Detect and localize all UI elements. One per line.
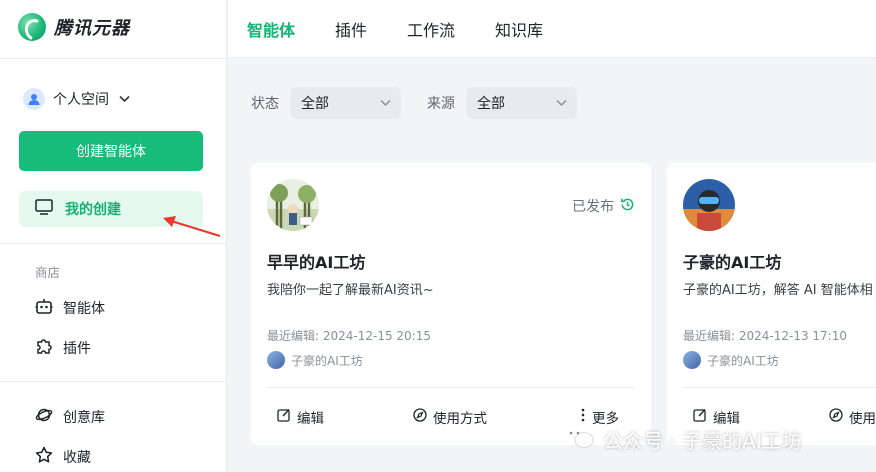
space-label: 个人空间 — [53, 92, 109, 108]
brand-logo-icon — [18, 13, 46, 41]
sidebar-item-agents[interactable]: 智能体 — [35, 297, 105, 319]
planet-icon — [35, 406, 53, 428]
chevron-down-icon — [380, 95, 391, 111]
wechat-icon — [563, 424, 595, 455]
agent-avatar — [267, 179, 319, 231]
sidebar-item-plugins[interactable]: 插件 — [35, 337, 91, 359]
agent-author: 子豪的AI工坊 — [683, 351, 779, 369]
sidebar-item-label: 我的创建 — [65, 202, 121, 218]
select-value: 全部 — [477, 96, 505, 112]
usage-button[interactable]: 使用 — [829, 407, 876, 427]
source-filter-select[interactable]: 全部 — [467, 87, 577, 119]
brand-name: 腾讯元器 — [54, 18, 130, 39]
tab-agents[interactable]: 智能体 — [247, 17, 295, 41]
select-value: 全部 — [301, 96, 329, 112]
author-name: 子豪的AI工坊 — [707, 353, 779, 368]
sidebar-item-label: 创意库 — [63, 410, 105, 426]
usage-button[interactable]: 使用方式 — [413, 407, 487, 427]
tab-workflow[interactable]: 工作流 — [407, 17, 455, 41]
agent-title: 子豪的AI工坊 — [683, 253, 782, 272]
agent-author: 子豪的AI工坊 — [267, 351, 363, 369]
author-name: 子豪的AI工坊 — [291, 353, 363, 368]
brand-logo[interactable]: 腾讯元器 — [18, 13, 130, 41]
filter-bar: 状态 全部 来源 全部 — [251, 87, 577, 119]
compass-icon — [829, 408, 843, 426]
chevron-down-icon — [119, 93, 130, 106]
monitor-icon — [35, 199, 53, 219]
sidebar-item-favorites[interactable]: 收藏 — [35, 446, 91, 468]
puzzle-icon — [35, 337, 53, 359]
divider — [0, 243, 227, 244]
edit-label: 编辑 — [297, 411, 324, 427]
annotation-arrow — [163, 216, 221, 238]
usage-label: 使用方式 — [433, 411, 487, 427]
author-avatar — [267, 351, 285, 369]
sidebar-item-label: 收藏 — [63, 450, 91, 466]
agent-title: 早早的AI工坊 — [267, 253, 366, 272]
last-edited: 最近编辑: 2024-12-13 17:10 — [683, 329, 847, 343]
star-icon — [35, 446, 53, 468]
divider — [683, 387, 876, 388]
store-section-label: 商店 — [35, 265, 61, 280]
agent-description: 子豪的AI工坊，解答 AI 智能体相 — [683, 283, 873, 298]
status-label: 已发布 — [572, 199, 614, 215]
divider — [267, 387, 635, 388]
watermark: 公众号 · 子豪的AI工坊 — [563, 424, 802, 455]
tab-knowledge-base[interactable]: 知识库 — [495, 17, 543, 41]
watermark-text: 公众号 · 子豪的AI工坊 — [603, 429, 802, 453]
sidebar-item-inspiration[interactable]: 创意库 — [35, 406, 105, 428]
agent-description: 我陪你一起了解最新AI资讯~ — [267, 283, 434, 298]
chevron-down-icon — [556, 95, 567, 111]
history-icon[interactable] — [620, 197, 635, 216]
robot-icon — [35, 297, 53, 319]
usage-label: 使用 — [849, 411, 876, 427]
author-avatar — [683, 351, 701, 369]
top-tabs: 智能体 插件 工作流 知识库 — [228, 0, 876, 58]
agent-card[interactable]: 已发布 早早的AI工坊 我陪你一起了解最新AI资讯~ 最近编辑: 2024-12… — [251, 163, 651, 445]
space-switcher[interactable]: 个人空间 — [23, 88, 130, 110]
sidebar-item-label: 智能体 — [63, 301, 105, 317]
divider — [0, 381, 227, 382]
agent-avatar — [683, 179, 735, 231]
tab-plugins[interactable]: 插件 — [335, 17, 367, 41]
last-edited: 最近编辑: 2024-12-15 20:15 — [267, 329, 431, 343]
sidebar-item-label: 插件 — [63, 341, 91, 357]
agent-card[interactable]: 子豪的AI工坊 子豪的AI工坊，解答 AI 智能体相 最近编辑: 2024-12… — [667, 163, 876, 445]
divider — [0, 58, 227, 59]
published-status: 已发布 — [572, 196, 635, 216]
status-filter-label: 状态 — [251, 96, 279, 112]
compass-icon — [413, 408, 427, 426]
edit-button[interactable]: 编辑 — [277, 407, 324, 427]
edit-icon — [277, 408, 291, 426]
create-agent-button[interactable]: 创建智能体 — [19, 131, 203, 171]
user-avatar-icon — [23, 88, 45, 110]
status-filter-select[interactable]: 全部 — [291, 87, 401, 119]
source-filter-label: 来源 — [427, 96, 455, 112]
